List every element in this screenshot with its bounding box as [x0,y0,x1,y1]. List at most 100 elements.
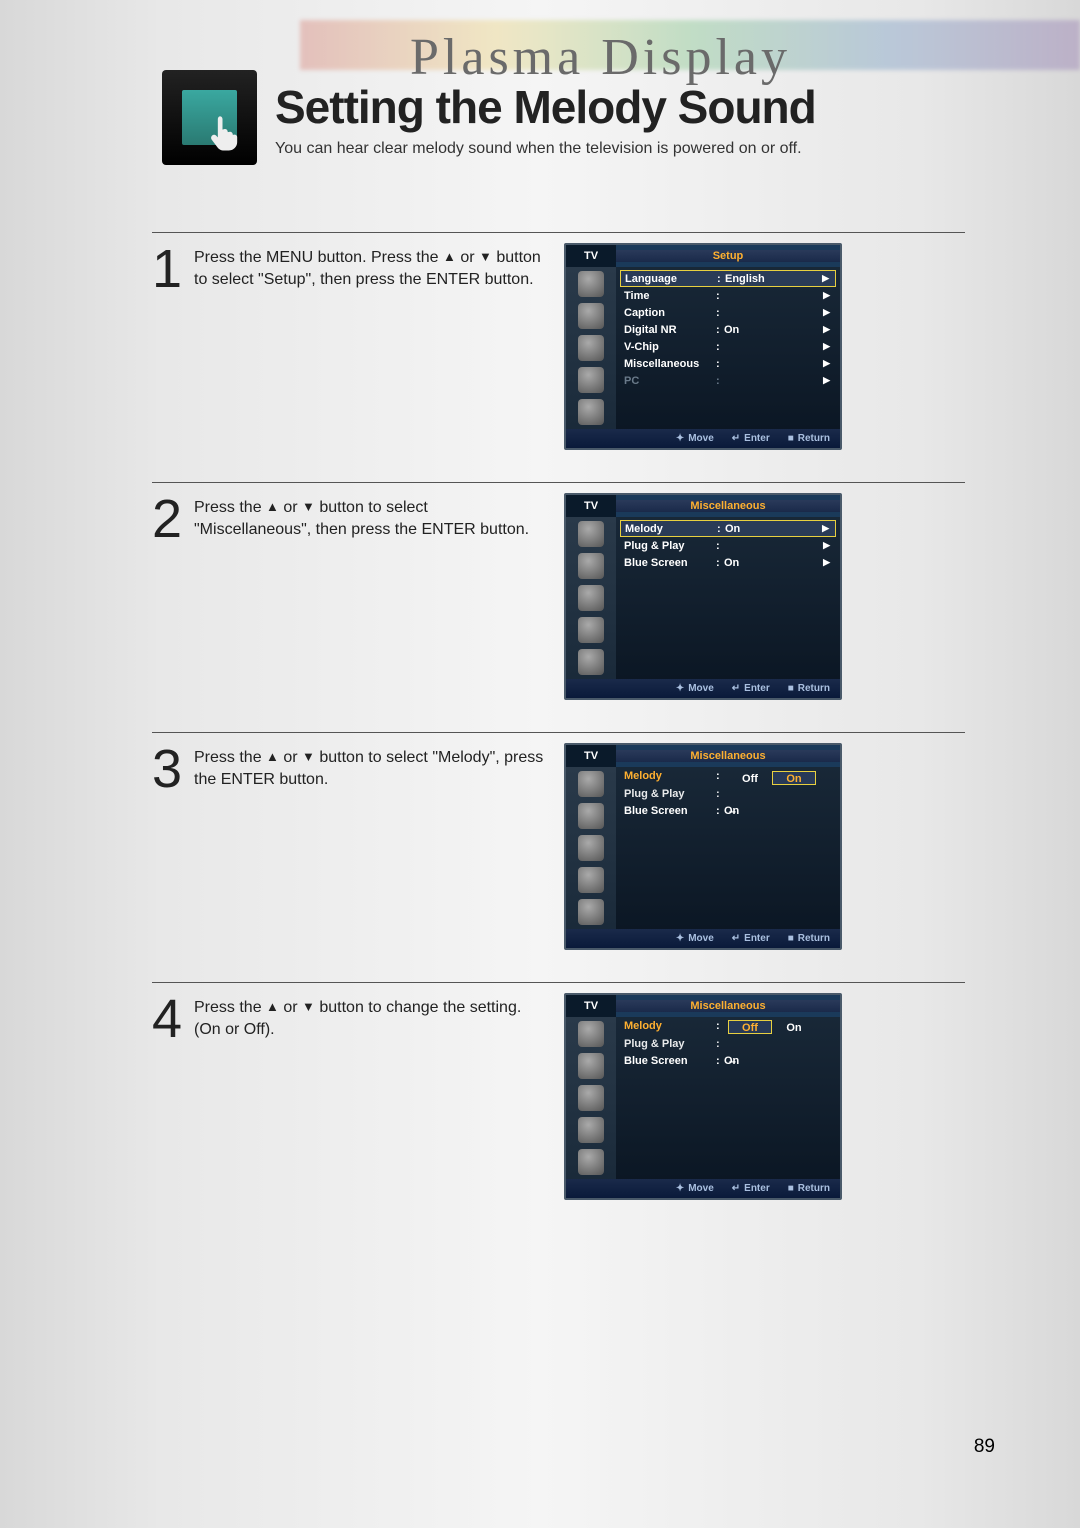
osd-row: PC:▶ [620,372,836,389]
osd-screenshot: TVMiscellaneousMelody:OffOnPlug & Play:B… [564,993,842,1200]
osd-footer-hints: MoveEnterReturn [566,679,840,698]
osd-option: On [772,771,816,785]
osd-category-icon [578,1053,604,1079]
osd-category-icon [578,835,604,861]
osd-row-value: O̶n [724,805,832,817]
osd-category-icon [578,367,604,393]
chevron-right-icon: ▶ [823,324,832,335]
step-text: Press the ▲ or ▼ button to select "Misce… [194,493,564,700]
osd-tv-label: TV [566,745,616,767]
osd-row-value: On [725,523,822,535]
page-number: 89 [974,1436,995,1458]
osd-tv-label: TV [566,995,616,1017]
osd-category-icon [578,271,604,297]
osd-row: V-Chip:▶ [620,338,836,355]
arrow-up-icon: ▲ [266,749,279,764]
step-text: Press the ▲ or ▼ button to change the se… [194,993,564,1200]
arrow-down-icon: ▼ [302,749,315,764]
osd-category-icon [578,1149,604,1175]
osd-screenshot: TVSetup Language:English▶Time:▶Caption:▶ D… [564,243,842,450]
osd-row-label: Caption [624,307,716,319]
chevron-right-icon: ▶ [823,358,832,369]
osd-tv-label: TV [566,495,616,517]
osd-row: Caption:▶ [620,304,836,321]
osd-row-label: Blue Screen [624,557,716,569]
osd-row: Plug & Play: [620,785,836,802]
step-number: 2 [152,493,194,700]
osd-row-label: Plug & Play [624,1038,716,1050]
step: 3Press the ▲ or ▼ button to select "Melo… [152,732,965,950]
osd-row: Blue Screen:O̶n [620,1052,836,1069]
hint-return: Return [788,1183,830,1194]
osd-category-icon [578,585,604,611]
osd-option: On [772,1021,816,1035]
osd-row-label: Blue Screen [624,1055,716,1067]
osd-row-value: O̶n [724,1055,832,1067]
osd-category-icon [578,867,604,893]
section-icon-inner [182,90,237,145]
osd-menu-rows: Melody:OffOnPlug & Play:Blue Screen:O̶n [616,767,840,929]
osd-category-icon [578,771,604,797]
hint-return: Return [788,933,830,944]
hint-return: Return [788,683,830,694]
osd-side-icons [566,767,616,929]
osd-side-icons [566,1017,616,1179]
step-number: 3 [152,743,194,950]
chevron-right-icon: ▶ [823,341,832,352]
osd-row-label: Time [624,290,716,302]
osd-category-icon [578,649,604,675]
arrow-up-icon: ▲ [266,499,279,514]
chevron-right-icon: ▶ [823,540,832,551]
osd-row-label: Blue Screen [624,805,716,817]
step-text: Press the ▲ or ▼ button to select "Melod… [194,743,564,950]
osd-category-icon [578,303,604,329]
osd-row-label: Miscellaneous [624,358,716,370]
osd-tv-label: TV [566,245,616,267]
osd-row: Plug & Play:▶ [620,537,836,554]
osd-category-icon [578,521,604,547]
osd-screenshot: TVMiscellaneousMelody:OffOnPlug & Play:B… [564,743,842,950]
osd-side-icons [566,517,616,679]
osd-row: Time:▶ [620,287,836,304]
step-number: 4 [152,993,194,1200]
osd-footer-hints: Move Enter Return [566,929,840,948]
osd-row: Blue Screen:On▶ [620,554,836,571]
hint-enter: Enter [732,933,770,944]
osd-menu-rows: Melody:On▶Plug & Play:▶Blue Screen:On▶ [616,517,840,679]
osd-row-value: English [725,273,822,285]
osd-row-label: Plug & Play [624,788,716,800]
step: 1Press the MENU button. Press the ▲ or ▼… [152,232,965,450]
osd-menu-rows: Melody:OffOnPlug & Play:Blue Screen:O̶n [616,1017,840,1179]
osd-category-icon [578,899,604,925]
osd-row-value: On [724,557,823,569]
step: 4Press the ▲ or ▼ button to change the s… [152,982,965,1200]
osd-row-label: V-Chip [624,341,716,353]
osd-category-icon [578,1021,604,1047]
hand-pointer-icon [205,113,245,153]
osd-row-label: Digital NR [624,324,716,336]
steps-list: 1Press the MENU button. Press the ▲ or ▼… [152,232,965,1232]
chevron-right-icon: ▶ [823,290,832,301]
osd-category-icon [578,617,604,643]
osd-row: Melody:On▶ [620,520,836,537]
hint-move: Move [676,433,714,444]
step-text: Press the MENU button. Press the ▲ or ▼ … [194,243,564,450]
osd-category-icon [578,399,604,425]
osd-row-label: Melody [624,770,716,782]
brand-title: Plasma Display [410,28,791,87]
osd-row-value: On [724,324,823,336]
hint-move: Move [676,1183,714,1194]
step-number: 1 [152,243,194,450]
arrow-down-icon: ▼ [302,499,315,514]
hint-enter: Enter [732,433,770,444]
osd-title: Setup [616,250,840,262]
arrow-down-icon: ▼ [302,999,315,1014]
osd-row: Blue Screen:O̶n [620,802,836,819]
hint-move: Move [676,933,714,944]
osd-category-icon [578,335,604,361]
osd-category-icon [578,803,604,829]
osd-row: Language:English▶ [620,270,836,287]
osd-row-label: Language [625,273,717,285]
step: 2Press the ▲ or ▼ button to select "Misc… [152,482,965,700]
osd-menu-rows: Language:English▶Time:▶Caption:▶ Digital … [616,267,840,429]
